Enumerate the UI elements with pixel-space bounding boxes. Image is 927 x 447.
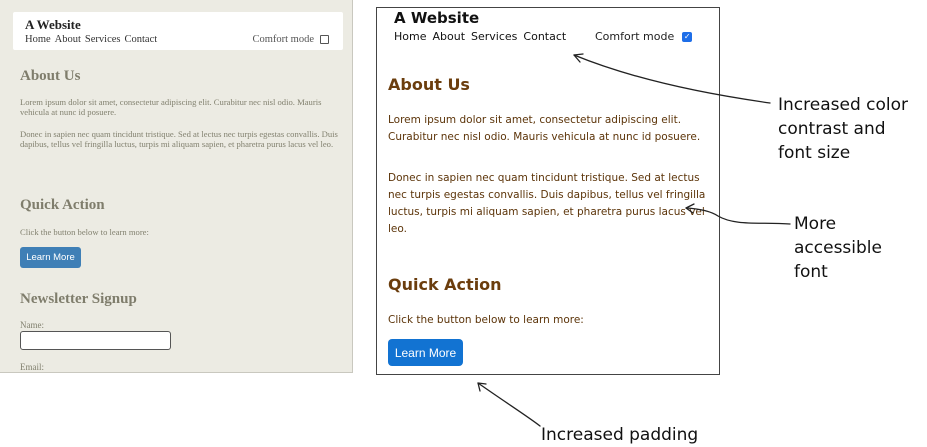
annotation-arrows bbox=[477, 53, 791, 427]
annotation-contrast-line-1: Increased color bbox=[778, 95, 908, 115]
annotation-padding: Increased padding bbox=[541, 425, 699, 445]
padding-arrow bbox=[477, 382, 541, 427]
annotation-font-line-2: accessible bbox=[794, 238, 882, 258]
contrast-arrow bbox=[573, 54, 771, 104]
annotation-font-line-3: font bbox=[794, 262, 828, 282]
annotation-contrast-line-3: font size bbox=[778, 143, 851, 163]
annotation-font-line-1: More bbox=[794, 214, 837, 234]
annotation-font: More accessible font bbox=[794, 212, 882, 284]
font-arrow bbox=[685, 207, 791, 225]
annotation-contrast: Increased color contrast and font size bbox=[778, 93, 908, 165]
annotation-contrast-line-2: contrast and bbox=[778, 119, 886, 139]
